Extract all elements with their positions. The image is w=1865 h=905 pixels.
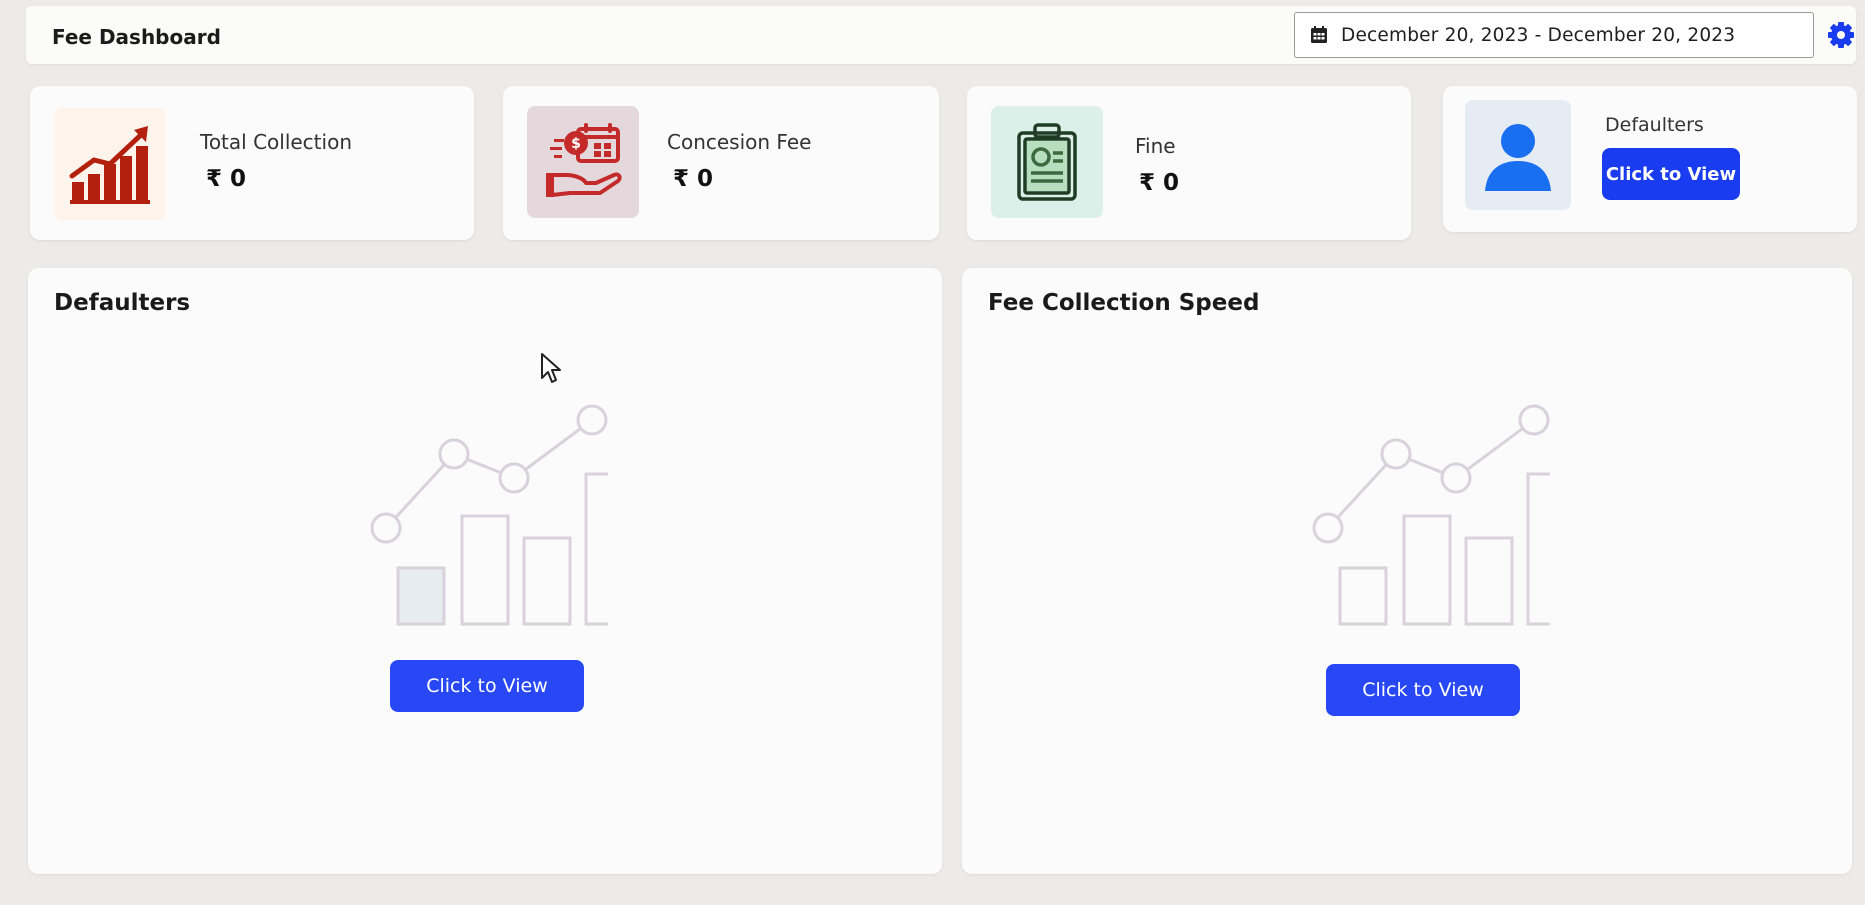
calendar-icon bbox=[1311, 26, 1327, 43]
date-range-text: December 20, 2023 - December 20, 2023 bbox=[1341, 24, 1736, 46]
growth-chart-icon bbox=[69, 126, 150, 204]
concession-fee-card: $ Concesion Fee ₹ 0 bbox=[503, 86, 939, 240]
fee-collection-speed-panel: Fee Collection Speed Click to View bbox=[962, 268, 1852, 874]
concession-fee-label: Concesion Fee bbox=[667, 130, 812, 154]
defaulters-icon-box bbox=[1465, 100, 1571, 210]
defaulters-card-label: Defaulters bbox=[1605, 114, 1704, 136]
empty-chart-icon bbox=[1312, 404, 1550, 626]
defaulters-panel-view-button[interactable]: Click to View bbox=[390, 660, 584, 712]
fine-amount: ₹ 0 bbox=[1139, 170, 1180, 196]
empty-chart-icon bbox=[370, 404, 608, 626]
date-range-picker[interactable]: December 20, 2023 - December 20, 2023 bbox=[1294, 12, 1814, 58]
total-collection-card: Total Collection ₹ 0 bbox=[30, 86, 474, 240]
concession-fee-amount: ₹ 0 bbox=[673, 166, 714, 192]
concession-fee-icon-box: $ bbox=[527, 106, 639, 218]
fine-card: Fine ₹ 0 bbox=[967, 86, 1411, 240]
user-icon bbox=[1485, 124, 1551, 191]
defaulters-card-view-button[interactable]: Click to View bbox=[1602, 148, 1740, 200]
fine-icon-box bbox=[991, 106, 1103, 218]
total-collection-amount: ₹ 0 bbox=[206, 166, 247, 192]
mouse-cursor-icon bbox=[541, 353, 561, 383]
total-collection-icon-box bbox=[54, 108, 166, 220]
fine-label: Fine bbox=[1135, 134, 1176, 158]
defaulters-panel: Defaulters Click to View bbox=[28, 268, 942, 874]
clipboard-icon bbox=[1017, 123, 1077, 201]
defaulters-panel-title: Defaulters bbox=[54, 290, 191, 316]
svg-text:$: $ bbox=[571, 136, 581, 152]
fee-collection-speed-title: Fee Collection Speed bbox=[988, 290, 1260, 316]
header-bar: Fee Dashboard December 20, 2023 - Decemb… bbox=[26, 6, 1856, 64]
defaulters-card: Defaulters Click to View bbox=[1443, 86, 1857, 232]
fee-hand-icon: $ bbox=[546, 123, 622, 197]
fee-collection-speed-view-button[interactable]: Click to View bbox=[1326, 664, 1520, 716]
total-collection-label: Total Collection bbox=[200, 130, 352, 154]
page-title: Fee Dashboard bbox=[52, 25, 221, 49]
gear-icon[interactable] bbox=[1826, 20, 1856, 50]
